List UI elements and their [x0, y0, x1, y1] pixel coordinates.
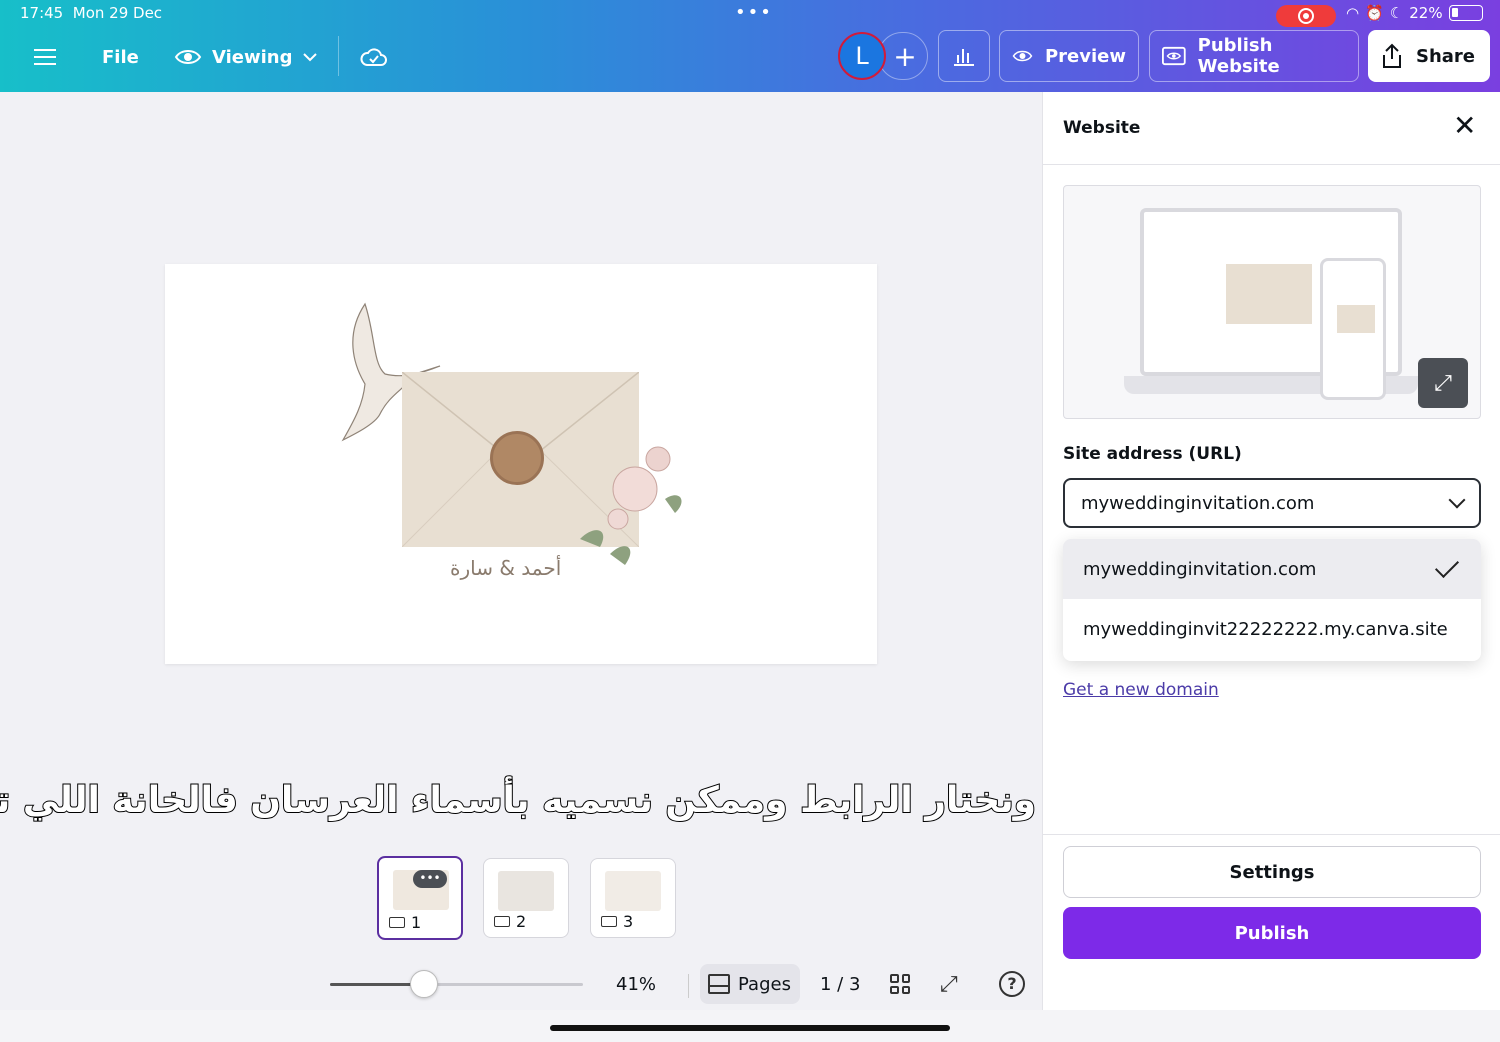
page-thumbnail-3[interactable]: 3	[590, 858, 676, 938]
viewing-label: Viewing	[212, 46, 293, 68]
toolbar-divider	[338, 36, 339, 76]
status-time: 17:45 Mon 29 Dec	[20, 4, 163, 22]
publish-website-button[interactable]: Publish Website	[1149, 30, 1359, 82]
web-page-icon	[494, 916, 510, 927]
eye-icon	[174, 50, 202, 64]
avatar[interactable]: L	[838, 32, 886, 80]
battery-icon	[1448, 5, 1483, 21]
help-icon[interactable]: ?	[999, 971, 1025, 997]
rose-bouquet-illustration	[580, 446, 682, 565]
viewing-mode-dropdown[interactable]: Viewing	[174, 38, 317, 76]
more-options-button[interactable]: •••	[413, 870, 447, 888]
pages-button[interactable]: Pages	[700, 964, 800, 1004]
url-select[interactable]: myweddinginvitation.com	[1063, 478, 1481, 528]
multitask-dots-icon[interactable]: •••	[735, 2, 773, 23]
web-page-icon	[389, 917, 405, 928]
panel-divider	[1043, 834, 1500, 835]
share-button[interactable]: Share	[1368, 30, 1490, 82]
alarm-icon: ⏰	[1365, 4, 1384, 22]
insights-button[interactable]	[938, 30, 990, 82]
top-toolbar: 17:45 Mon 29 Dec ••• ◠ ⏰ ☾ 22% File View…	[0, 0, 1500, 92]
home-indicator[interactable]	[550, 1025, 950, 1031]
pages-icon	[708, 974, 730, 994]
share-label: Share	[1416, 45, 1476, 67]
couple-names-text: أحمد & سارة	[450, 556, 562, 580]
file-menu-button[interactable]: File	[102, 38, 139, 76]
cloud-saved-icon[interactable]	[360, 38, 388, 76]
get-new-domain-link[interactable]: Get a new domain	[1063, 680, 1219, 700]
design-page[interactable]: أحمد & سارة	[165, 264, 877, 664]
publish-website-label: Publish Website	[1197, 35, 1280, 77]
url-option-2[interactable]: myweddinginvit22222222.my.canva.site	[1063, 599, 1481, 659]
menu-icon[interactable]	[34, 38, 58, 76]
status-icons: ◠ ⏰ ☾ 22%	[1346, 4, 1483, 22]
publish-button[interactable]: Publish	[1063, 907, 1481, 959]
url-option-1[interactable]: myweddinginvitation.com	[1063, 539, 1481, 599]
site-address-label: Site address (URL)	[1063, 444, 1242, 464]
phone-mockup	[1320, 258, 1386, 400]
panel-divider	[1043, 164, 1500, 165]
page-number: 3	[623, 912, 634, 931]
chevron-down-icon	[302, 53, 317, 62]
page-number: 1	[411, 913, 422, 932]
eye-icon	[1012, 50, 1033, 62]
panel-title: Website	[1063, 118, 1141, 138]
checkmark-icon	[1434, 553, 1460, 579]
grid-view-icon[interactable]	[890, 974, 910, 994]
fullscreen-icon[interactable]: ⤢	[940, 972, 958, 997]
url-option-label: myweddinginvitation.com	[1083, 558, 1317, 580]
pages-label: Pages	[738, 973, 791, 995]
thumbnail-preview	[498, 871, 554, 911]
battery-percent: 22%	[1409, 4, 1443, 22]
settings-button[interactable]: Settings	[1063, 846, 1481, 898]
website-preview[interactable]: ⤢	[1063, 185, 1481, 419]
page-thumbnail-1[interactable]: ••• 1	[377, 856, 463, 940]
web-page-icon	[601, 916, 617, 927]
thumbnail-preview	[605, 871, 661, 911]
wifi-icon: ◠	[1346, 4, 1360, 22]
record-icon	[1298, 8, 1314, 24]
url-dropdown-menu: myweddinginvitation.com myweddinginvit22…	[1063, 539, 1481, 661]
page-number: 2	[516, 912, 527, 931]
preview-button[interactable]: Preview	[999, 30, 1139, 82]
bar-chart-icon	[954, 49, 974, 66]
moon-icon: ☾	[1389, 4, 1404, 22]
footer-divider	[688, 974, 689, 998]
page-counter: 1 / 3	[820, 974, 861, 995]
zoom-level[interactable]: 41%	[616, 974, 656, 995]
expand-icon[interactable]: ⤢	[1418, 358, 1468, 408]
page-thumbnail-2[interactable]: 2	[483, 858, 569, 938]
wax-seal	[490, 431, 544, 485]
url-option-label: myweddinginvit22222222.my.canva.site	[1083, 618, 1448, 640]
zoom-slider-handle[interactable]	[409, 970, 438, 998]
preview-label: Preview	[1044, 45, 1126, 67]
website-panel: Website ✕ ⤢ Site address (URL) mywedding…	[1042, 92, 1500, 1010]
website-icon	[1162, 46, 1186, 66]
screen-recording-indicator[interactable]	[1276, 5, 1336, 27]
close-icon[interactable]: ✕	[1453, 112, 1476, 140]
chevron-down-icon	[1448, 491, 1466, 509]
url-select-value: myweddinginvitation.com	[1081, 492, 1315, 514]
share-icon	[1383, 43, 1401, 68]
